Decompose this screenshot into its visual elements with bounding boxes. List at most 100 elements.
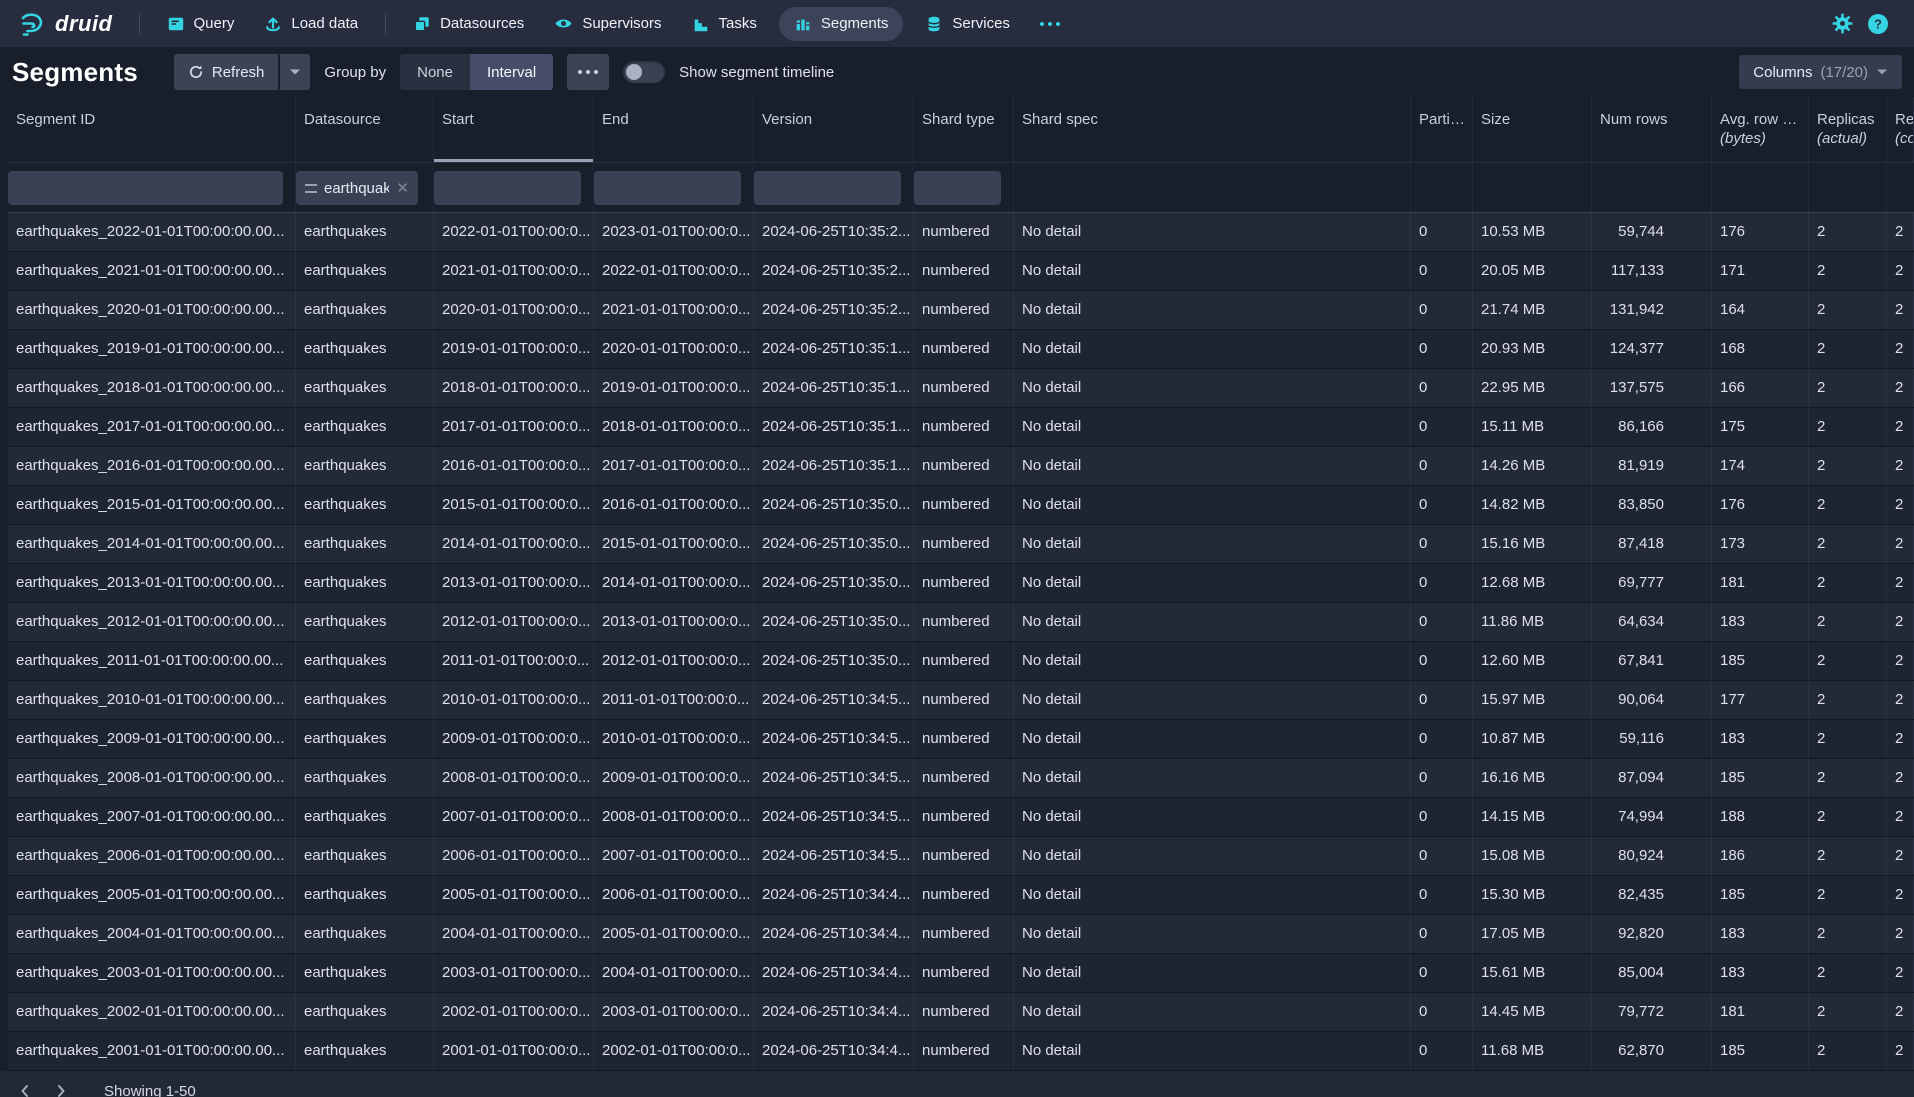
cell-end[interactable]: 2002-01-01T00:00:0... — [594, 1032, 754, 1070]
cell-size[interactable]: 16.16 MB — [1473, 759, 1592, 797]
cell-replicas[interactable]: 2 — [1809, 993, 1887, 1031]
cell-shard-type[interactable]: numbered — [914, 603, 1014, 641]
cell-size[interactable]: 15.30 MB — [1473, 876, 1592, 914]
cell-num-rows[interactable]: 86,166 — [1592, 408, 1712, 446]
cell-num-rows[interactable]: 92,820 — [1592, 915, 1712, 953]
cell-segment-id[interactable]: earthquakes_2008-01-01T00:00:00.00... — [8, 759, 296, 797]
cell-shard-type[interactable]: numbered — [914, 1032, 1014, 1070]
cell-end[interactable]: 2017-01-01T00:00:0... — [594, 447, 754, 485]
cell-version[interactable]: 2024-06-25T10:34:5... — [754, 681, 914, 719]
cell-end[interactable]: 2023-01-01T00:00:0... — [594, 213, 754, 251]
cell-avg-row-size[interactable]: 176 — [1712, 486, 1809, 524]
cell-partition[interactable]: 0 — [1411, 993, 1473, 1031]
cell-datasource[interactable]: earthquakes — [296, 642, 434, 680]
table-row[interactable]: earthquakes_2001-01-01T00:00:00.00... ea… — [8, 1032, 1914, 1071]
cell-shard-spec[interactable]: No detail — [1014, 954, 1411, 992]
cell-replicas[interactable]: 2 — [1809, 759, 1887, 797]
cell-num-rows[interactable]: 81,919 — [1592, 447, 1712, 485]
cell-version[interactable]: 2024-06-25T10:35:0... — [754, 525, 914, 563]
cell-avg-row-size[interactable]: 176 — [1712, 213, 1809, 251]
cell-size[interactable]: 11.68 MB — [1473, 1032, 1592, 1070]
cell-datasource[interactable]: earthquakes — [296, 915, 434, 953]
help-button[interactable]: ? — [1860, 6, 1896, 42]
cell-shard-spec[interactable]: No detail — [1014, 486, 1411, 524]
table-row[interactable]: earthquakes_2013-01-01T00:00:00.00... ea… — [8, 564, 1914, 603]
filter-end-input[interactable] — [594, 171, 741, 205]
cell-start[interactable]: 2008-01-01T00:00:0... — [434, 759, 594, 797]
nav-item-query[interactable]: Query — [152, 0, 250, 47]
cell-start[interactable]: 2003-01-01T00:00:0... — [434, 954, 594, 992]
cell-shard-type[interactable]: numbered — [914, 915, 1014, 953]
cell-num-rows[interactable]: 83,850 — [1592, 486, 1712, 524]
cell-avg-row-size[interactable]: 168 — [1712, 330, 1809, 368]
cell-avg-row-size[interactable]: 185 — [1712, 1032, 1809, 1070]
cell-replication-factor[interactable]: 2 — [1887, 603, 1914, 641]
cell-start[interactable]: 2006-01-01T00:00:0... — [434, 837, 594, 875]
cell-shard-spec[interactable]: No detail — [1014, 837, 1411, 875]
cell-partition[interactable]: 0 — [1411, 252, 1473, 290]
table-row[interactable]: earthquakes_2007-01-01T00:00:00.00... ea… — [8, 798, 1914, 837]
cell-start[interactable]: 2004-01-01T00:00:0... — [434, 915, 594, 953]
cell-avg-row-size[interactable]: 174 — [1712, 447, 1809, 485]
cell-partition[interactable]: 0 — [1411, 447, 1473, 485]
cell-replicas[interactable]: 2 — [1809, 954, 1887, 992]
cell-version[interactable]: 2024-06-25T10:35:1... — [754, 369, 914, 407]
nav-item-tasks[interactable]: Tasks — [677, 0, 772, 47]
datasource-filter-tag[interactable]: earthquake ✕ — [296, 171, 418, 205]
cell-shard-spec[interactable]: No detail — [1014, 1032, 1411, 1070]
cell-partition[interactable]: 0 — [1411, 291, 1473, 329]
cell-partition[interactable]: 0 — [1411, 837, 1473, 875]
filter-version-input[interactable] — [754, 171, 901, 205]
cell-start[interactable]: 2011-01-01T00:00:0... — [434, 642, 594, 680]
cell-start[interactable]: 2018-01-01T00:00:0... — [434, 369, 594, 407]
cell-replicas[interactable]: 2 — [1809, 564, 1887, 602]
cell-datasource[interactable]: earthquakes — [296, 993, 434, 1031]
nav-item-load-data[interactable]: Load data — [249, 0, 373, 47]
cell-replicas[interactable]: 2 — [1809, 525, 1887, 563]
cell-replication-factor[interactable]: 2 — [1887, 1032, 1914, 1070]
cell-replicas[interactable]: 2 — [1809, 330, 1887, 368]
cell-replication-factor[interactable]: 2 — [1887, 408, 1914, 446]
cell-datasource[interactable]: earthquakes — [296, 252, 434, 290]
cell-partition[interactable]: 0 — [1411, 525, 1473, 563]
column-header-num-rows[interactable]: Num rows — [1592, 97, 1712, 162]
cell-version[interactable]: 2024-06-25T10:34:4... — [754, 1032, 914, 1070]
cell-start[interactable]: 2013-01-01T00:00:0... — [434, 564, 594, 602]
cell-partition[interactable]: 0 — [1411, 720, 1473, 758]
cell-num-rows[interactable]: 74,994 — [1592, 798, 1712, 836]
cell-replicas[interactable]: 2 — [1809, 603, 1887, 641]
cell-replication-factor[interactable]: 2 — [1887, 330, 1914, 368]
column-header-avg-row-size[interactable]: Avg. row size (bytes) — [1712, 97, 1809, 162]
cell-version[interactable]: 2024-06-25T10:35:0... — [754, 642, 914, 680]
cell-segment-id[interactable]: earthquakes_2021-01-01T00:00:00.00... — [8, 252, 296, 290]
cell-version[interactable]: 2024-06-25T10:35:2... — [754, 291, 914, 329]
cell-segment-id[interactable]: earthquakes_2010-01-01T00:00:00.00... — [8, 681, 296, 719]
remove-filter-icon[interactable]: ✕ — [396, 179, 409, 197]
cell-avg-row-size[interactable]: 183 — [1712, 603, 1809, 641]
column-header-shard-type[interactable]: Shard type — [914, 97, 1014, 162]
cell-datasource[interactable]: earthquakes — [296, 330, 434, 368]
cell-end[interactable]: 2022-01-01T00:00:0... — [594, 252, 754, 290]
cell-end[interactable]: 2020-01-01T00:00:0... — [594, 330, 754, 368]
cell-replication-factor[interactable]: 2 — [1887, 642, 1914, 680]
cell-end[interactable]: 2014-01-01T00:00:0... — [594, 564, 754, 602]
next-page-button[interactable] — [46, 1077, 76, 1097]
cell-replicas[interactable]: 2 — [1809, 486, 1887, 524]
cell-replication-factor[interactable]: 2 — [1887, 447, 1914, 485]
cell-shard-spec[interactable]: No detail — [1014, 447, 1411, 485]
table-row[interactable]: earthquakes_2010-01-01T00:00:00.00... ea… — [8, 681, 1914, 720]
cell-size[interactable]: 22.95 MB — [1473, 369, 1592, 407]
cell-shard-type[interactable]: numbered — [914, 993, 1014, 1031]
cell-start[interactable]: 2014-01-01T00:00:0... — [434, 525, 594, 563]
cell-size[interactable]: 20.93 MB — [1473, 330, 1592, 368]
cell-shard-spec[interactable]: No detail — [1014, 993, 1411, 1031]
cell-version[interactable]: 2024-06-25T10:34:4... — [754, 954, 914, 992]
cell-replicas[interactable]: 2 — [1809, 408, 1887, 446]
cell-segment-id[interactable]: earthquakes_2007-01-01T00:00:00.00... — [8, 798, 296, 836]
cell-replication-factor[interactable]: 2 — [1887, 369, 1914, 407]
cell-partition[interactable]: 0 — [1411, 642, 1473, 680]
cell-version[interactable]: 2024-06-25T10:35:0... — [754, 564, 914, 602]
table-row[interactable]: earthquakes_2011-01-01T00:00:00.00... ea… — [8, 642, 1914, 681]
cell-start[interactable]: 2002-01-01T00:00:0... — [434, 993, 594, 1031]
cell-start[interactable]: 2005-01-01T00:00:0... — [434, 876, 594, 914]
